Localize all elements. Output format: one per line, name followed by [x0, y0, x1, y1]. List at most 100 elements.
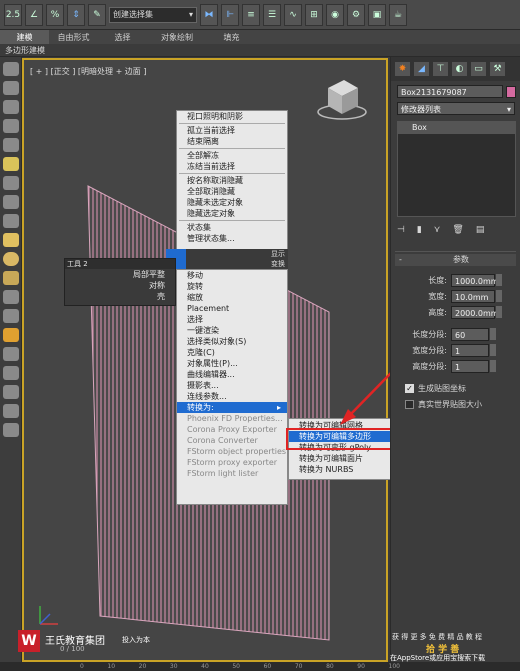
height-spinner[interactable] — [496, 306, 502, 318]
selection-set-dropdown[interactable]: 创建选择集 ▾ — [109, 6, 197, 23]
menu-item-hide-selection[interactable]: 隐藏选定对象 — [177, 208, 287, 219]
modify-tab-icon[interactable]: ◢ — [413, 61, 430, 77]
tab-freeform[interactable]: 自由形式 — [49, 30, 98, 44]
height-segs-input[interactable]: 1 — [451, 359, 489, 373]
menu-item-corona-converter[interactable]: Corona Converter — [177, 435, 287, 446]
render-frame-icon[interactable]: ▣ — [368, 3, 386, 26]
grid-icon[interactable] — [3, 138, 19, 152]
height-segs-spinner[interactable] — [490, 360, 496, 372]
checkbox-unchecked-icon[interactable] — [405, 399, 414, 409]
width-input[interactable]: 10.0mm — [451, 289, 495, 303]
image-icon[interactable] — [3, 100, 19, 114]
teapot-icon[interactable] — [3, 62, 19, 76]
gear-2-icon[interactable] — [3, 423, 19, 437]
length-spinner[interactable] — [496, 274, 502, 286]
menu-item-convert-editable-patch[interactable]: 转换为可编辑面片 — [289, 453, 395, 464]
utilities-tab-icon[interactable]: ⚒ — [489, 61, 506, 77]
ribbon-subtitle[interactable]: 多边形建模 — [0, 44, 520, 57]
cone-icon[interactable] — [3, 309, 19, 323]
object-color-swatch[interactable] — [506, 85, 516, 98]
scene-explorer-icon[interactable]: ☰ — [263, 3, 281, 26]
object-name-field[interactable]: Box2131679087 — [397, 85, 504, 98]
dish-icon[interactable] — [3, 290, 19, 304]
params-rollout-header[interactable]: - 参数 — [395, 254, 516, 266]
timeline-bar[interactable]: 0 10 20 30 40 50 60 70 80 90 100 — [0, 662, 520, 671]
menu-item-unhide-by-name[interactable]: 按名称取消隐藏 — [177, 175, 287, 186]
menu-item-wire-parameters[interactable]: 连线参数... — [177, 391, 287, 402]
menu-item-fstorm-object-properties[interactable]: FStorm object properties — [177, 446, 287, 457]
tab-selection[interactable]: 选择 — [98, 30, 147, 44]
length-segs-input[interactable]: 60 — [451, 327, 489, 341]
motion-tab-icon[interactable]: ◐ — [451, 61, 468, 77]
stack-item-box[interactable]: Box — [398, 122, 515, 134]
particle-icon[interactable] — [3, 366, 19, 380]
curve-editor-icon[interactable]: ∿ — [284, 3, 302, 26]
menu-item-freeze-selection[interactable]: 冻结当前选择 — [177, 161, 287, 172]
menu-item-convert-nurbs[interactable]: 转换为 NURBS — [289, 464, 395, 475]
torus-icon[interactable] — [3, 271, 19, 285]
menu-item-move[interactable]: 移动 — [177, 270, 287, 281]
material-editor-icon[interactable]: ◉ — [326, 3, 344, 26]
remove-modifier-icon[interactable]: 🗑 — [452, 225, 463, 235]
angle-snap-button[interactable]: ∠ — [25, 3, 43, 26]
render-icon[interactable]: ☕ — [389, 3, 407, 26]
menu-item-dope-sheet[interactable]: 摄影表... — [177, 380, 287, 391]
tab-populate[interactable]: 填充 — [207, 30, 256, 44]
menu-item-corona-proxy-exporter[interactable]: Corona Proxy Exporter — [177, 424, 287, 435]
menu-item-object-properties[interactable]: 对象属性(P)... — [177, 358, 287, 369]
modifier-stack[interactable]: Box — [397, 121, 516, 217]
percent-snap-button[interactable]: % — [46, 3, 64, 26]
menu-item-rotate[interactable]: 旋转 — [177, 281, 287, 292]
clip-icon[interactable] — [3, 195, 19, 209]
menu-item-placement[interactable]: Placement — [177, 303, 287, 314]
sphere-icon[interactable] — [3, 252, 19, 266]
teapot-2-icon[interactable] — [3, 347, 19, 361]
align-icon[interactable]: ⊩ — [221, 3, 239, 26]
spinner-snap-icon[interactable]: ⇕ — [67, 3, 85, 26]
menu-item-shell[interactable]: 壳 — [65, 291, 175, 302]
width-spinner[interactable] — [496, 290, 502, 302]
cloud-icon[interactable] — [3, 81, 19, 95]
hierarchy-tab-icon[interactable]: ⊤ — [432, 61, 449, 77]
menu-item-end-isolate[interactable]: 结束隔离 — [177, 136, 287, 147]
menu-item-fstorm-light-lister[interactable]: FStorm light lister — [177, 468, 287, 479]
display-tab-icon[interactable]: ▭ — [470, 61, 487, 77]
menu-item-quick-render[interactable]: 一键渲染 — [177, 325, 287, 336]
target-icon[interactable] — [3, 385, 19, 399]
generate-mapping-coords[interactable]: ✓ 生成贴图坐标 — [395, 380, 516, 396]
menu-item-local-flatten[interactable]: 局部平整 — [65, 269, 175, 280]
menu-item-manage-state-sets[interactable]: 管理状态集... — [177, 233, 287, 244]
height-input[interactable]: 2000.0mm — [451, 305, 499, 319]
tab-modeling[interactable]: 建模 — [0, 30, 49, 44]
plane-icon[interactable] — [3, 233, 19, 247]
render-setup-icon[interactable]: ⚙ — [347, 3, 365, 26]
menu-item-phoenix-fd[interactable]: Phoenix FD Properties... — [177, 413, 287, 424]
checkbox-checked-icon[interactable]: ✓ — [405, 383, 414, 393]
configure-sets-icon[interactable]: ▤ — [476, 225, 485, 235]
menu-item-unfreeze-all[interactable]: 全部解冻 — [177, 150, 287, 161]
menu-item-isolate-selection[interactable]: 孤立当前选择 — [177, 125, 287, 136]
menu-item-hide-unselected[interactable]: 隐藏未选定对象 — [177, 197, 287, 208]
layer-icon[interactable]: ≡ — [242, 3, 260, 26]
schematic-view-icon[interactable]: ⊞ — [305, 3, 323, 26]
menu-item-symmetry[interactable]: 对称 — [65, 280, 175, 291]
scale-icon[interactable] — [3, 176, 19, 190]
real-world-map-size[interactable]: 真实世界贴图大小 — [395, 396, 516, 412]
calculator-icon[interactable] — [3, 119, 19, 133]
snap-toggle-button[interactable]: 2.5 — [4, 3, 22, 26]
menu-item-viewport-lighting[interactable]: 视口照明和阴影 — [177, 111, 287, 122]
timeline-frame[interactable]: 0 / 100 — [60, 645, 85, 653]
length-segs-spinner[interactable] — [490, 328, 496, 340]
menu-item-convert-to[interactable]: 转换为: ▸ — [177, 402, 287, 413]
create-tab-icon[interactable]: ✸ — [394, 61, 411, 77]
light-icon[interactable] — [3, 157, 19, 171]
show-end-result-icon[interactable]: ▮ — [417, 225, 422, 235]
sun-icon[interactable] — [3, 328, 19, 342]
crosshair-icon[interactable] — [3, 404, 19, 418]
modifier-list-dropdown[interactable]: 修改器列表 ▾ — [397, 102, 515, 115]
length-input[interactable]: 1000.0mm — [451, 273, 499, 287]
mirror-icon[interactable]: ⧓ — [200, 3, 218, 26]
menu-item-curve-editor[interactable]: 曲线编辑器... — [177, 369, 287, 380]
width-segs-input[interactable]: 1 — [451, 343, 489, 357]
menu-item-select[interactable]: 选择 — [177, 314, 287, 325]
